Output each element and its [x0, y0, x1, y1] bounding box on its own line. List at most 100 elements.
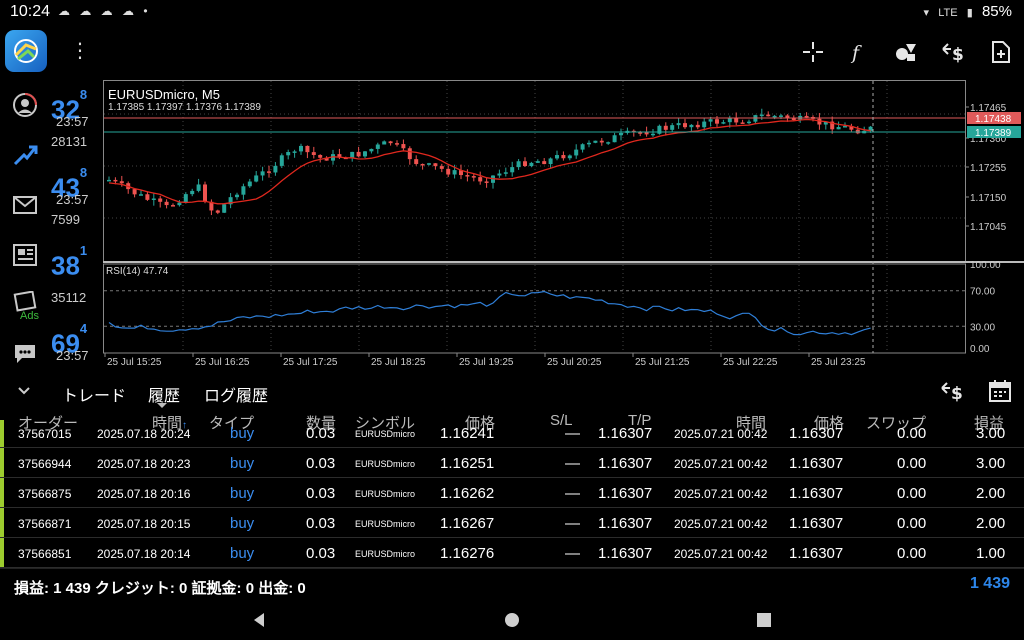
- more-options-icon[interactable]: ⋮: [70, 38, 90, 63]
- candle-body: [683, 123, 687, 128]
- chevron-down-icon[interactable]: [14, 380, 34, 400]
- candle-body: [791, 118, 796, 121]
- recents-icon[interactable]: [752, 608, 776, 632]
- row-indicator: [0, 448, 4, 477]
- candle-body: [452, 170, 457, 175]
- candle-body: [119, 181, 124, 184]
- status-right: ▾ LTE ▮ 85%: [924, 3, 1013, 20]
- cell-close-time: 2025.07.21 00:42: [674, 517, 768, 531]
- cell-tp: 1.16307: [598, 425, 653, 442]
- candle-body: [523, 161, 527, 167]
- status-bar: 10:24 ☁ ☁ ☁ ☁ • ▾ LTE ▮ 85%: [0, 0, 1024, 26]
- trade-icon[interactable]: [10, 140, 40, 170]
- cell-sl: —: [565, 485, 580, 502]
- cell-tp: 1.16307: [598, 545, 653, 562]
- home-icon[interactable]: [500, 608, 524, 632]
- price-chart[interactable]: 1.17465 1.17360 1.17255 1.17150 1.17045 1.174…: [103, 80, 1024, 370]
- cell-symbol: EURUSDmicro: [355, 489, 416, 499]
- chart-canvas[interactable]: 1.174651.173601.172551.171501.170451.174…: [103, 80, 1024, 370]
- quote-price-big[interactable]: 381: [51, 243, 87, 279]
- candle-body: [478, 177, 483, 182]
- candle-body: [222, 204, 227, 213]
- trade-dollar-icon[interactable]: $: [939, 37, 969, 67]
- quote-number: 7599: [51, 212, 80, 227]
- table-row[interactable]: 37566944 2025.07.18 20:23 buy 0.03 EURUSDmic…: [0, 448, 1024, 478]
- table-row[interactable]: 37566875 2025.07.18 20:16 buy 0.03 EURUSDmic…: [0, 478, 1024, 508]
- tab-log-history[interactable]: ログ履歴: [204, 382, 268, 406]
- chat-icon[interactable]: [10, 338, 40, 368]
- cell-open-time: 2025.07.18 20:14: [97, 547, 191, 561]
- price-axis-label: 1.17045: [970, 222, 1007, 233]
- candle-body: [183, 194, 188, 203]
- cell-tp: 1.16307: [598, 455, 653, 472]
- candle-body: [427, 163, 431, 165]
- candle-body: [356, 151, 361, 157]
- candle-body: [292, 151, 297, 153]
- cell-profit: 2.00: [976, 515, 1006, 532]
- candle-body: [644, 132, 649, 135]
- candle-body: [855, 129, 860, 134]
- time-axis-label: 25 Jul 16:25: [195, 357, 250, 368]
- cell-swap: 0.00: [897, 425, 927, 442]
- candle-body: [484, 181, 489, 183]
- table-row[interactable]: 37566851 2025.07.18 20:14 buy 0.03 EURUSDmic…: [0, 538, 1024, 568]
- left-navigation: Ads: [0, 78, 48, 370]
- candle-body: [516, 161, 521, 168]
- cell-volume: 0.03: [306, 515, 336, 532]
- candle-body: [190, 190, 195, 195]
- time-axis-label: 25 Jul 17:25: [283, 357, 338, 368]
- news-icon[interactable]: [10, 240, 40, 270]
- candle-body: [580, 144, 585, 150]
- rsi-axis-label: 100.00: [970, 260, 1001, 271]
- candle-body: [465, 175, 470, 177]
- cell-sl: —: [565, 425, 580, 442]
- cell-swap: 0.00: [897, 545, 927, 562]
- cell-order: 37566851: [18, 547, 72, 561]
- tab-trade[interactable]: トレード: [62, 382, 126, 406]
- cell-type: buy: [230, 425, 255, 442]
- calendar-icon[interactable]: [985, 376, 1015, 406]
- cell-swap: 0.00: [897, 485, 927, 502]
- cell-volume: 0.03: [306, 425, 336, 442]
- candle-body: [702, 121, 707, 128]
- cell-profit: 3.00: [976, 455, 1006, 472]
- battery-icon: ▮: [966, 7, 973, 19]
- cell-close-price: 1.16307: [789, 485, 844, 502]
- candle-body: [247, 181, 252, 187]
- candle-body: [203, 184, 207, 202]
- toolbox-tabs: トレード 履歴 ログ履歴 $: [0, 372, 1024, 410]
- candle-body: [567, 155, 572, 159]
- candle-body: [670, 125, 675, 130]
- indicators-icon[interactable]: f: [843, 37, 873, 67]
- table-row[interactable]: 37566871 2025.07.18 20:15 buy 0.03 EURUSDmic…: [0, 508, 1024, 538]
- account-icon[interactable]: [10, 90, 40, 120]
- cell-order: 37566871: [18, 517, 72, 531]
- wifi-icon: ▾: [923, 7, 930, 19]
- candle-body: [279, 155, 284, 166]
- candle-body: [241, 186, 246, 195]
- network-type: LTE: [938, 7, 958, 19]
- cell-close-time: 2025.07.21 00:42: [674, 547, 768, 561]
- candle-body: [151, 198, 156, 201]
- tab-active-indicator: [157, 403, 167, 408]
- crosshair-icon[interactable]: [798, 37, 828, 67]
- trade-dollar-icon[interactable]: $: [938, 376, 968, 406]
- candle-body: [107, 179, 111, 182]
- time-axis-label: 25 Jul 23:25: [811, 357, 866, 368]
- candle-body: [574, 149, 579, 156]
- candle-body: [535, 161, 540, 163]
- candle-body: [836, 127, 841, 130]
- metatrader-logo-icon[interactable]: [5, 30, 47, 72]
- chart-ohlc: 1.17385 1.17397 1.17376 1.17389: [108, 102, 261, 113]
- candle-body: [113, 179, 118, 182]
- cell-profit: 1.00: [976, 545, 1006, 562]
- mail-icon[interactable]: [10, 190, 40, 220]
- new-chart-icon[interactable]: [986, 37, 1016, 67]
- back-icon[interactable]: [248, 608, 272, 632]
- candle-body: [139, 194, 143, 196]
- objects-icon[interactable]: [891, 37, 921, 67]
- candle-body: [555, 155, 559, 159]
- table-row[interactable]: 37567015 2025.07.18 20:24 buy 0.03 EURUSDmic…: [0, 420, 1024, 448]
- candle-body: [759, 114, 764, 117]
- candle-body: [407, 148, 412, 160]
